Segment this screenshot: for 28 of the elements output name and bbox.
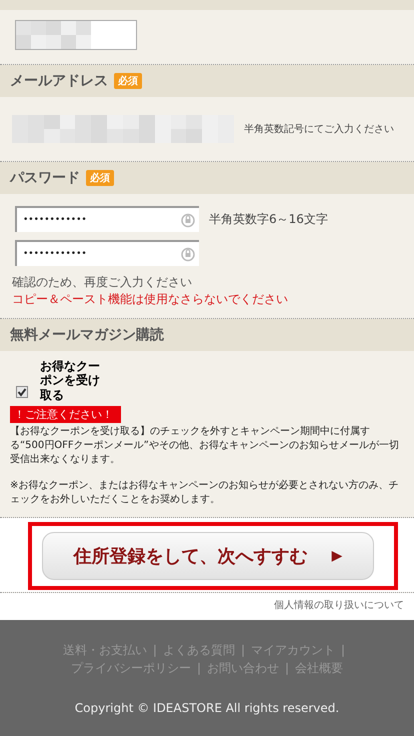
required-badge: 必須 (86, 170, 114, 186)
section-title: 無料メールマガジン購読 (10, 326, 164, 344)
notice-paragraph: ※お得なクーポン、またはお得なキャンペーンのお知らせが必要とされない方のみ、チェックをお外しいただくことをお奨めします。 (10, 479, 400, 508)
privacy-link[interactable]: 個人情報の取り扱いについて (274, 600, 404, 612)
section-title: パスワード (10, 169, 80, 187)
notice-paragraph: 【お得なクーポンを受け取る】のチェックを外すとキャンペーン期間中に付属する“500円OFFクーポンメール”やその他、お得なキャンペーンのお知らせメールが一切受信出来なくなります。 (10, 425, 400, 468)
submit-button[interactable]: 住所登録をして、次へすすむ ▶ (42, 532, 374, 580)
lock-icon (181, 212, 195, 228)
separator: | (152, 643, 157, 658)
copyright: Copyright © IDEASTORE All rights reserved. (74, 700, 340, 715)
section-title: メールアドレス (10, 72, 108, 90)
checkbox[interactable] (16, 386, 28, 398)
separator: | (240, 643, 246, 658)
email-field[interactable] (12, 115, 234, 143)
password-field[interactable]: •••••••••••• (15, 206, 199, 232)
warning-text: コピー＆ペースト機能は使用なさらないでください (12, 291, 289, 308)
notice-badge: ！ご注意ください！ (10, 406, 121, 424)
required-badge: 必須 (114, 73, 142, 89)
password-field[interactable]: •••••••••••• (15, 240, 199, 266)
field-hint: 半角英数記号にてご入力ください (244, 122, 394, 136)
separator: | (285, 660, 290, 675)
lock-icon (181, 246, 195, 262)
separator: | (196, 660, 201, 675)
name-field[interactable] (15, 20, 137, 50)
separator: | (341, 643, 346, 658)
checkbox-label[interactable]: お得なクーポンを受け取る (40, 359, 102, 402)
confirm-note: 確認のため、再度ご入力ください (12, 274, 193, 291)
field-hint: 半角英数字6～16文字 (209, 210, 328, 228)
